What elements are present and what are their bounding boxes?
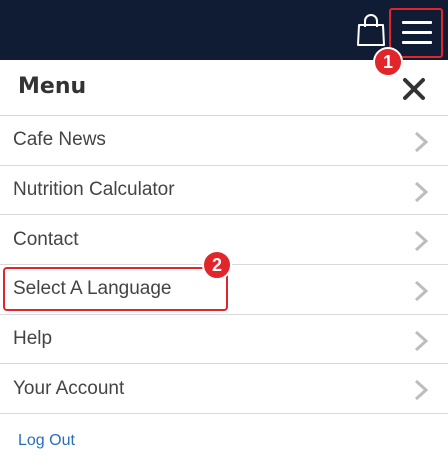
chevron-right-icon [414,131,428,153]
menu-item-label: Help [13,328,53,350]
chevron-right-icon [414,181,428,202]
shopping-bag-icon[interactable] [356,13,386,47]
menu-item-help[interactable]: Help [0,315,448,365]
menu-item-label: Your Account [13,377,125,399]
chevron-right-icon [414,380,428,401]
menu-item-label: Cafe News [13,129,106,151]
annotation-badge-2: 2 [202,250,232,280]
annotation-highlight-select-language [3,267,228,311]
chevron-right-icon [414,231,428,252]
menu-item-cafe-news[interactable]: Cafe News [0,116,448,166]
annotation-badge-1: 1 [373,47,403,77]
menu-item-your-account[interactable]: Your Account [0,364,448,415]
menu-item-label: Contact [13,228,79,250]
menu-item-label: Nutrition Calculator [13,179,175,201]
chevron-right-icon [414,330,428,351]
menu-item-nutrition-calculator[interactable]: Nutrition Calculator [0,166,448,216]
menu-title: Menu [18,74,87,99]
chevron-right-icon [414,280,428,302]
close-icon[interactable] [400,75,428,103]
logout-link[interactable]: Log Out [18,432,75,450]
